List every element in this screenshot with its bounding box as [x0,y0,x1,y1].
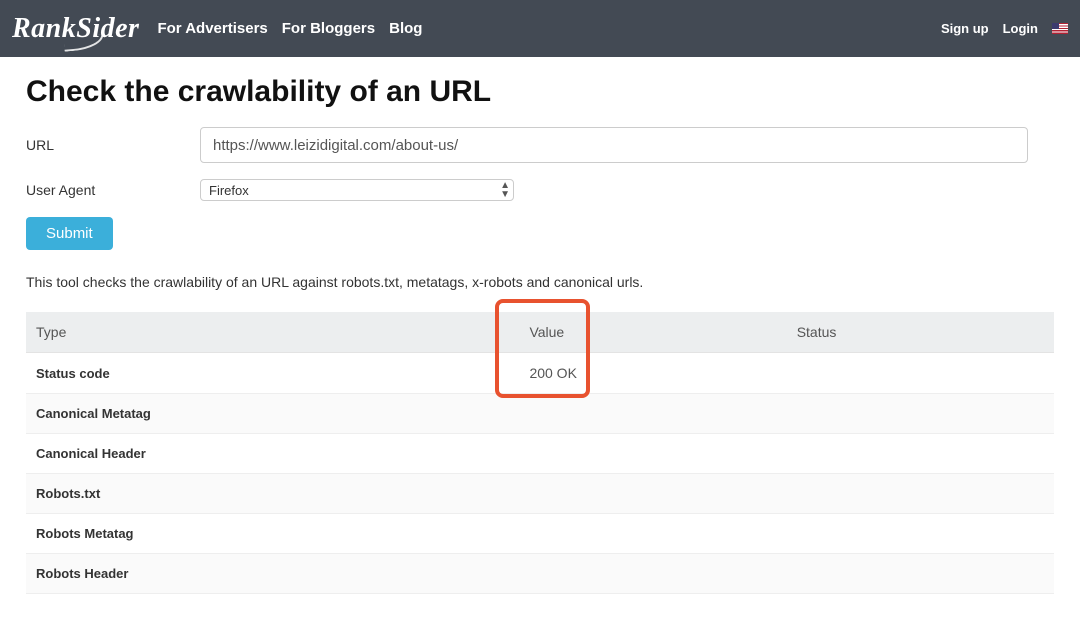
cell-status [787,353,1054,394]
cell-type: Canonical Metatag [26,394,519,434]
nav-link-blog[interactable]: Blog [389,20,422,37]
cell-status [787,394,1054,434]
cell-value [519,474,786,514]
cell-value [519,554,786,594]
th-type: Type [26,312,519,353]
cell-type: Status code [26,353,519,394]
cell-status [787,434,1054,474]
cell-status [787,474,1054,514]
table-row: Robots Metatag [26,514,1054,554]
th-value: Value [519,312,786,353]
tool-description: This tool checks the crawlability of an … [26,274,1054,290]
submit-button[interactable]: Submit [26,217,113,250]
table-row: Canonical Header [26,434,1054,474]
user-agent-select[interactable]: Firefox [200,179,514,201]
nav-link-bloggers[interactable]: For Bloggers [282,20,375,37]
nav-link-advertisers[interactable]: For Advertisers [157,20,267,37]
cell-status [787,554,1054,594]
table-row: Robots Header [26,554,1054,594]
user-agent-label: User Agent [26,182,200,198]
th-status: Status [787,312,1054,353]
table-row: Canonical Metatag [26,394,1054,434]
url-input[interactable] [200,127,1028,163]
url-row: URL [26,127,1054,163]
table-row: Status code 200 OK [26,353,1054,394]
flag-us-icon[interactable] [1052,23,1068,34]
top-navbar: RankSider For Advertisers For Bloggers B… [0,0,1080,57]
cell-type: Robots.txt [26,474,519,514]
cell-type: Robots Metatag [26,514,519,554]
nav-links: For Advertisers For Bloggers Blog [157,20,422,37]
user-agent-row: User Agent Firefox ▲▼ [26,179,1054,201]
cell-value: 200 OK [519,353,786,394]
user-agent-select-wrap: Firefox ▲▼ [200,179,514,201]
results-table: Type Value Status Status code 200 OK Can… [26,312,1054,594]
cell-type: Canonical Header [26,434,519,474]
signup-link[interactable]: Sign up [941,21,989,36]
cell-type: Robots Header [26,554,519,594]
cell-value [519,434,786,474]
table-row: Robots.txt [26,474,1054,514]
table-body: Status code 200 OK Canonical Metatag Can… [26,353,1054,594]
brand-logo[interactable]: RankSider [12,13,139,45]
table-header-row: Type Value Status [26,312,1054,353]
cell-value [519,394,786,434]
brand-swoosh [63,34,104,51]
cell-value [519,514,786,554]
login-link[interactable]: Login [1003,21,1038,36]
url-label: URL [26,137,200,153]
nav-right: Sign up Login [941,21,1068,36]
main-container: Check the crawlability of an URL URL Use… [0,57,1080,594]
page-title: Check the crawlability of an URL [26,75,1054,109]
results-wrapper: Type Value Status Status code 200 OK Can… [26,312,1054,594]
cell-status [787,514,1054,554]
